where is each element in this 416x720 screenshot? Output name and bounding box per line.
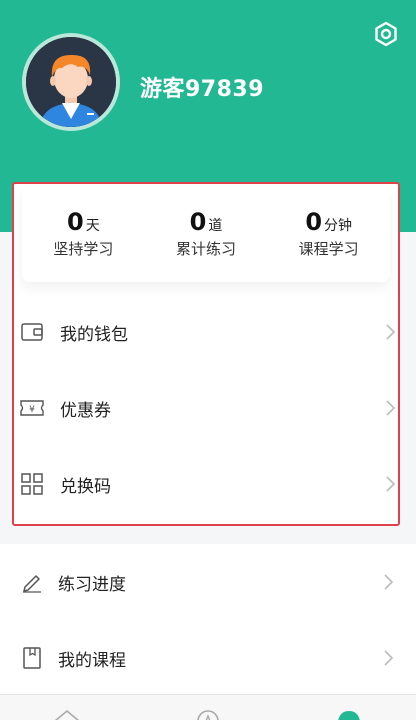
stat-course-minutes[interactable]: 0 分钟 课程学习: [267, 186, 390, 282]
chevron-right-icon: [384, 574, 394, 590]
pencil-icon: [20, 570, 44, 594]
stat-label: 坚持学习: [53, 240, 114, 258]
stat-unit: 分钟: [324, 218, 353, 234]
chevron-right-icon: [386, 324, 396, 340]
coupon-icon: ¥: [20, 396, 44, 420]
stat-practice-count[interactable]: 0道 累计练习: [145, 186, 268, 282]
stat-label: 累计练习: [176, 240, 237, 258]
stat-unit: 天: [85, 218, 100, 234]
stat-value: 0: [305, 208, 323, 236]
qr-code-icon: [20, 472, 44, 496]
menu-item-label: 练习进度: [58, 574, 126, 595]
settings-icon: [375, 21, 397, 47]
menu-item-label: 优惠券: [60, 400, 111, 421]
chevron-right-icon: [386, 400, 396, 416]
menu-item-label: 兑换码: [60, 476, 111, 497]
discover-tab-icon[interactable]: [196, 709, 220, 720]
menu-item-wallet[interactable]: 我的钱包: [14, 294, 416, 370]
svg-text:¥: ¥: [29, 405, 35, 415]
menu-list: 练习进度 我的课程: [0, 544, 416, 694]
menu-item-coupon[interactable]: ¥ 优惠券: [14, 370, 416, 446]
book-icon: [20, 646, 44, 670]
avatar[interactable]: [22, 33, 120, 131]
menu-item-practice-progress[interactable]: 练习进度: [0, 544, 416, 620]
chevron-right-icon: [384, 650, 394, 666]
menu-item-label: 我的钱包: [60, 324, 128, 345]
wallet-icon: [20, 320, 44, 344]
stat-value: 0: [189, 208, 207, 236]
stat-unit: 道: [208, 218, 223, 234]
avatar-illustration: [26, 37, 116, 127]
chevron-right-icon: [386, 476, 396, 492]
stats-panel: 0天 坚持学习 0道 累计练习 0 分钟 课程学习: [22, 186, 390, 282]
stat-study-days[interactable]: 0天 坚持学习: [22, 186, 145, 282]
menu-item-redeem-code[interactable]: 兑换码: [14, 446, 416, 522]
username: 游客97839: [140, 77, 265, 102]
menu-item-label: 我的课程: [58, 650, 126, 671]
menu-item-my-courses[interactable]: 我的课程: [0, 620, 416, 696]
profile-tab-icon[interactable]: [336, 709, 362, 720]
bottom-tab-bar: [0, 694, 416, 720]
stat-label: 课程学习: [298, 240, 359, 258]
home-tab-icon[interactable]: [54, 709, 80, 720]
settings-button[interactable]: [370, 18, 402, 50]
stat-value: 0: [66, 208, 84, 236]
account-card: 0天 坚持学习 0道 累计练习 0 分钟 课程学习 我的钱包 ¥ 优惠券 兑换码: [12, 182, 400, 526]
